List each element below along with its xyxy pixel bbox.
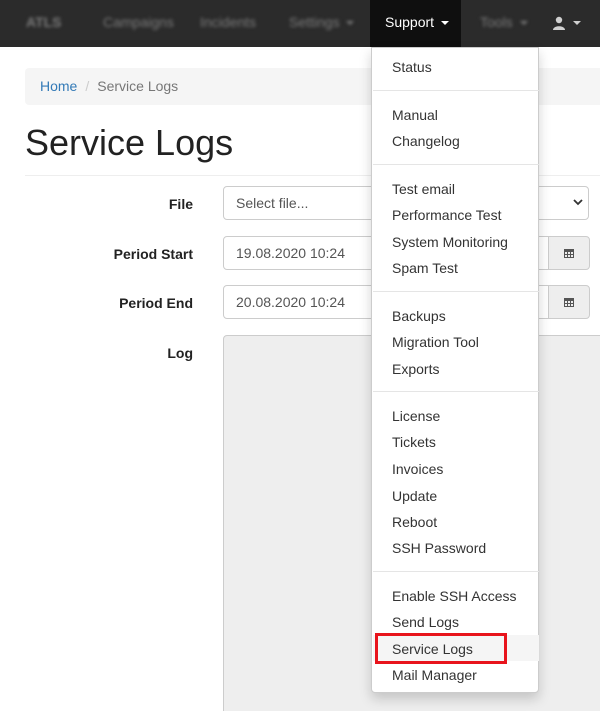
nav-tools-label: Tools bbox=[480, 14, 513, 30]
menu-item-enable-ssh-access[interactable]: Enable SSH Access bbox=[392, 587, 517, 605]
menu-item-status[interactable]: Status bbox=[392, 58, 432, 76]
caret-down-icon bbox=[519, 21, 528, 26]
brand-logo[interactable]: ATLS bbox=[26, 0, 62, 47]
menu-item-manual[interactable]: Manual bbox=[392, 106, 438, 124]
file-label: File bbox=[168, 196, 193, 212]
menu-item-test-email[interactable]: Test email bbox=[392, 180, 455, 198]
menu-item-ssh-password[interactable]: SSH Password bbox=[392, 539, 486, 557]
menu-item-spam-test[interactable]: Spam Test bbox=[392, 259, 458, 277]
menu-item-exports[interactable]: Exports bbox=[392, 360, 439, 378]
period-start-value: 19.08.2020 10:24 bbox=[236, 245, 345, 261]
menu-item-send-logs[interactable]: Send Logs bbox=[392, 613, 459, 631]
menu-item-license[interactable]: License bbox=[392, 407, 440, 425]
nav-campaigns[interactable]: Campaigns bbox=[103, 0, 174, 47]
chevron-down-icon bbox=[573, 199, 583, 206]
menu-item-backups[interactable]: Backups bbox=[392, 307, 446, 325]
menu-item-system-monitoring[interactable]: System Monitoring bbox=[392, 233, 508, 251]
support-dropdown-menu: Status Manual Changelog Test email Perfo… bbox=[371, 47, 539, 693]
file-select-placeholder: Select file... bbox=[236, 195, 309, 211]
caret-down-icon bbox=[572, 21, 581, 26]
top-navbar: ATLS Campaigns Incidents Settings Suppor… bbox=[0, 0, 600, 47]
period-start-label: Period Start bbox=[113, 246, 193, 262]
menu-item-update[interactable]: Update bbox=[392, 487, 437, 505]
nav-support-label: Support bbox=[385, 14, 435, 30]
page-title: Service Logs bbox=[25, 122, 234, 163]
period-end-label: Period End bbox=[119, 295, 193, 311]
menu-divider bbox=[373, 164, 539, 165]
period-end-calendar-button[interactable] bbox=[548, 285, 590, 319]
caret-down-icon bbox=[440, 21, 449, 26]
menu-divider bbox=[373, 90, 539, 91]
nav-incidents[interactable]: Incidents bbox=[200, 0, 256, 47]
menu-item-migration-tool[interactable]: Migration Tool bbox=[392, 333, 479, 351]
log-label: Log bbox=[167, 345, 193, 361]
user-icon bbox=[553, 17, 565, 31]
nav-settings-label: Settings bbox=[289, 14, 340, 30]
breadcrumb-separator: / bbox=[85, 78, 90, 94]
menu-divider bbox=[373, 571, 539, 572]
nav-settings[interactable]: Settings bbox=[289, 0, 355, 47]
breadcrumb-home-link[interactable]: Home bbox=[40, 78, 77, 94]
caret-down-icon bbox=[346, 21, 355, 26]
menu-item-tickets[interactable]: Tickets bbox=[392, 433, 436, 451]
highlight-annotation bbox=[375, 633, 507, 664]
menu-divider bbox=[373, 291, 539, 292]
menu-divider bbox=[373, 391, 539, 392]
calendar-icon bbox=[564, 298, 574, 307]
period-start-calendar-button[interactable] bbox=[548, 236, 590, 270]
nav-tools[interactable]: Tools bbox=[480, 0, 528, 47]
menu-item-reboot[interactable]: Reboot bbox=[392, 513, 437, 531]
breadcrumb-current: Service Logs bbox=[97, 78, 179, 94]
menu-item-invoices[interactable]: Invoices bbox=[392, 460, 443, 478]
menu-item-mail-manager[interactable]: Mail Manager bbox=[392, 666, 477, 684]
menu-item-changelog[interactable]: Changelog bbox=[392, 132, 460, 150]
calendar-icon bbox=[564, 249, 574, 258]
menu-item-performance-test[interactable]: Performance Test bbox=[392, 206, 501, 224]
nav-support[interactable]: Support bbox=[370, 0, 461, 47]
period-end-value: 20.08.2020 10:24 bbox=[236, 294, 345, 310]
user-menu[interactable] bbox=[552, 0, 581, 47]
